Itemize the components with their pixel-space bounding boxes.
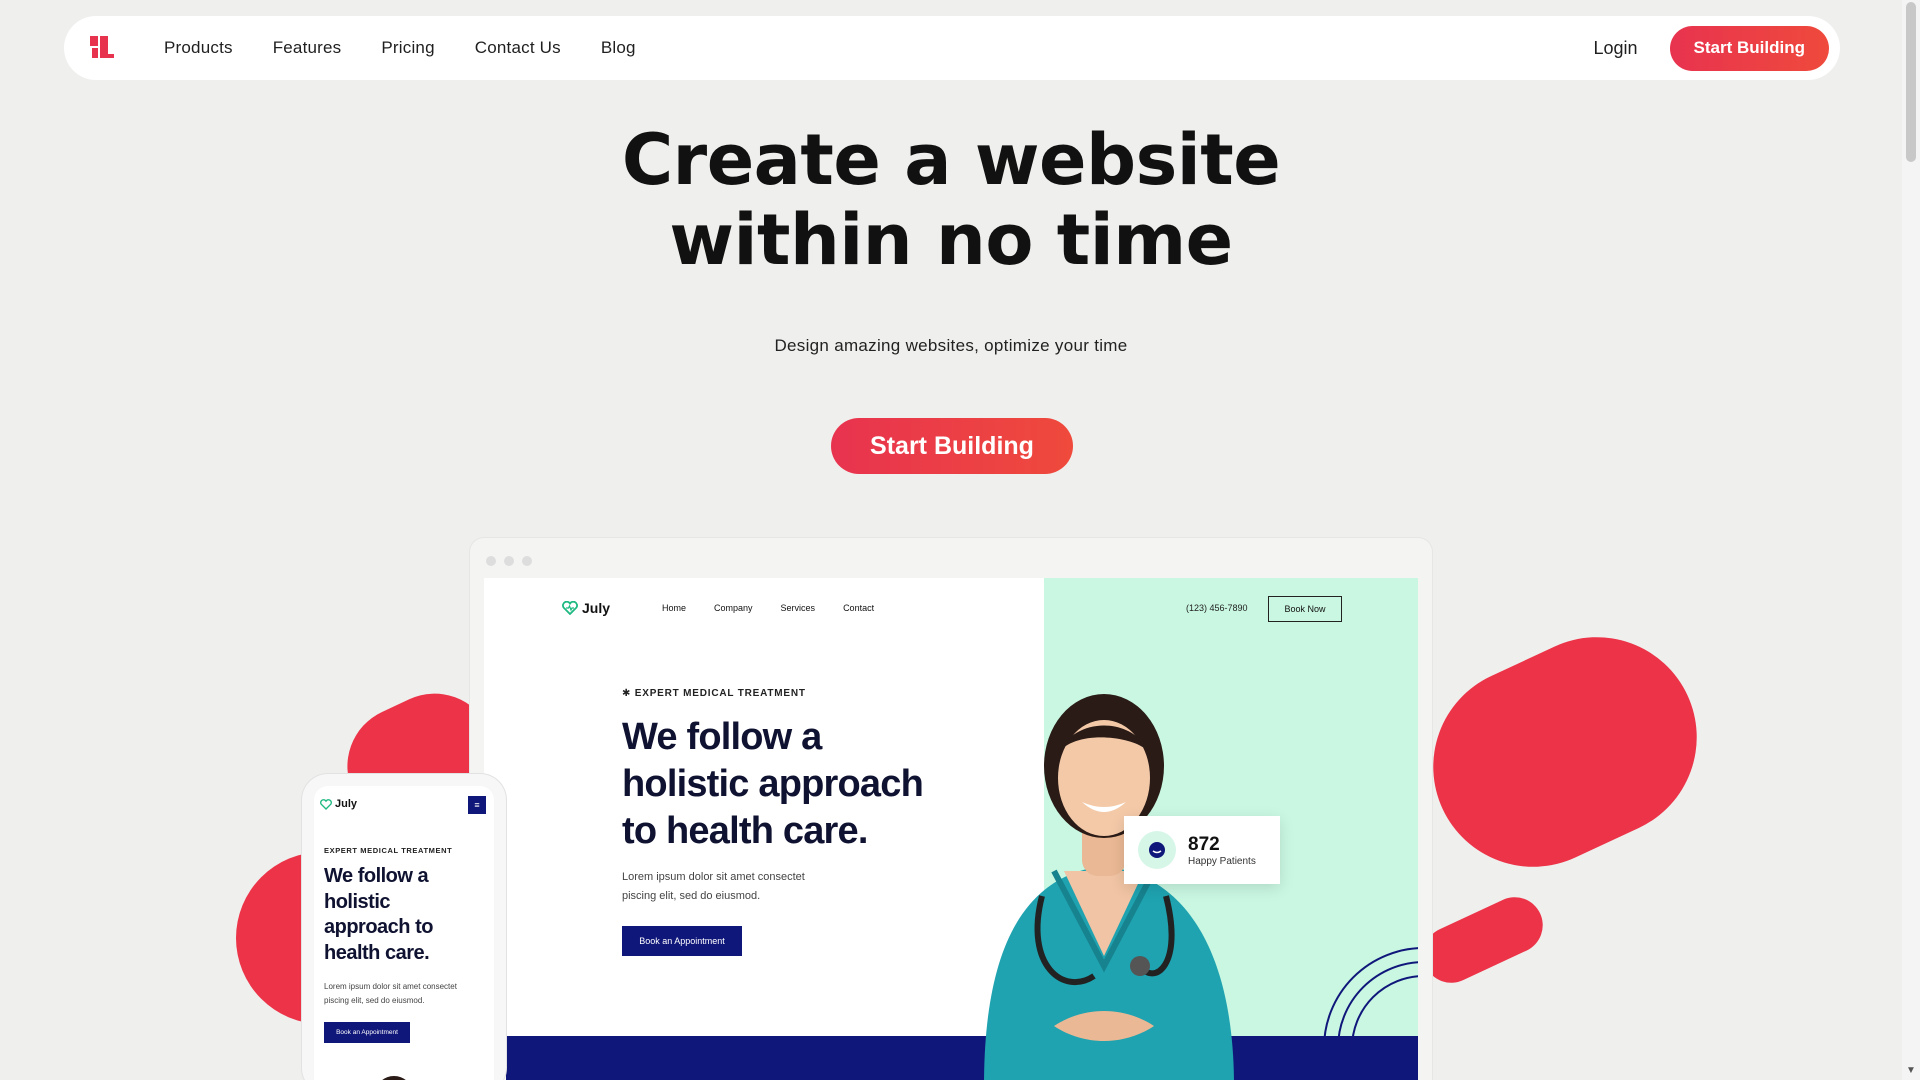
- nav-start-building-button[interactable]: Start Building: [1669, 25, 1829, 71]
- hero-subtitle: Design amazing websites, optimize your t…: [774, 336, 1128, 355]
- mobile-preview-headline: We follow a holistic approach to health …: [324, 864, 474, 966]
- preview-logo: July: [562, 600, 610, 616]
- mobile-headline-line: approach to: [324, 916, 433, 938]
- preview-phone-number: (123) 456-7890: [1186, 603, 1248, 613]
- hero-title-line-1: Create a website: [621, 119, 1281, 201]
- scrollbar-thumb[interactable]: [1906, 2, 1916, 162]
- page-scrollbar[interactable]: ▼: [1902, 0, 1920, 1080]
- window-dot-icon: [522, 556, 532, 566]
- preview-appointment-button: Book an Appointment: [622, 926, 742, 956]
- nav-link-blog[interactable]: Blog: [581, 38, 656, 58]
- preview-headline: We follow a holistic approach to health …: [622, 714, 962, 855]
- heart-icon: [320, 798, 332, 810]
- nav-link-features[interactable]: Features: [253, 38, 362, 58]
- asterisk-icon: ✱: [622, 688, 635, 699]
- nav-link-pricing[interactable]: Pricing: [361, 38, 454, 58]
- chat-bubble-icon: [1138, 831, 1176, 869]
- decorative-arcs-icon: [1323, 947, 1418, 1048]
- mobile-body-line: piscing elit, sed do eiusmod.: [324, 996, 425, 1005]
- happy-patients-count: 872: [1188, 833, 1220, 855]
- happy-patients-card: 872 Happy Patients: [1124, 816, 1280, 884]
- hero-title-line-2: within no time: [669, 199, 1233, 281]
- preview-book-now-button: Book Now: [1268, 596, 1342, 622]
- desktop-preview-site: July Home Company Services Contact (123)…: [484, 578, 1418, 1080]
- nav-right: Login Start Building: [1594, 25, 1829, 71]
- mobile-preview-body: Lorem ipsum dolor sit amet consectet pis…: [324, 980, 474, 1008]
- heart-icon: [562, 601, 578, 615]
- mobile-headline-line: health care.: [324, 941, 430, 964]
- mobile-preview-eyebrow: EXPERT MEDICAL TREATMENT: [324, 846, 453, 855]
- preview-headline-line: to health care.: [622, 810, 868, 852]
- mobile-doctor-illustration: [382, 1076, 406, 1080]
- preview-body-text: Lorem ipsum dolor sit amet consectet pis…: [622, 868, 852, 906]
- hero-title: Create a website within no time: [0, 120, 1902, 280]
- red-blob-right-large: [1400, 604, 1730, 900]
- preview-nav: Home Company Services Contact: [662, 603, 874, 613]
- nav-links: Products Features Pricing Contact Us Blo…: [144, 38, 656, 58]
- mobile-preview-site: July ≡ EXPERT MEDICAL TREATMENT We follo…: [314, 786, 494, 1080]
- preview-body-line: piscing elit, sed do eiusmod.: [622, 890, 761, 902]
- mobile-headline-line: We follow a: [324, 865, 429, 887]
- nav-link-products[interactable]: Products: [144, 38, 253, 58]
- preview-eyebrow-text: EXPERT MEDICAL TREATMENT: [634, 688, 806, 699]
- preview-headline-line: holistic approach: [622, 763, 924, 805]
- preview-nav-services: Services: [780, 603, 816, 613]
- preview-eyebrow: ✱ EXPERT MEDICAL TREATMENT: [622, 688, 806, 699]
- preview-nav-home: Home: [662, 603, 687, 613]
- brand-logo-icon[interactable]: [78, 24, 126, 72]
- hamburger-menu-icon: ≡: [468, 796, 486, 814]
- preview-brand-name: July: [582, 600, 611, 616]
- top-navbar: Products Features Pricing Contact Us Blo…: [64, 16, 1840, 80]
- login-link[interactable]: Login: [1594, 38, 1638, 59]
- preview-nav-company: Company: [714, 603, 753, 613]
- preview-nav-contact: Contact: [843, 603, 875, 613]
- preview-body-line: Lorem ipsum dolor sit amet consectet: [622, 871, 805, 883]
- happy-patients-text: 872 Happy Patients: [1188, 834, 1256, 867]
- preview-headline-line: We follow a: [622, 716, 822, 758]
- mobile-preview-logo: July: [320, 798, 357, 810]
- mobile-preview-brand: July: [335, 798, 358, 810]
- mobile-headline-line: holistic: [324, 890, 391, 913]
- mobile-body-line: Lorem ipsum dolor sit amet consectet: [324, 982, 457, 991]
- red-blob-right-small: [1414, 887, 1552, 993]
- window-dot-icon: [486, 556, 496, 566]
- happy-patients-label: Happy Patients: [1188, 855, 1256, 867]
- mobile-appointment-button: Book an Appointment: [324, 1022, 410, 1043]
- hero-start-building-button[interactable]: Start Building: [831, 418, 1073, 474]
- nav-link-contact-us[interactable]: Contact Us: [455, 38, 581, 58]
- window-dot-icon: [504, 556, 514, 566]
- scroll-down-arrow-icon[interactable]: ▼: [1906, 1065, 1916, 1076]
